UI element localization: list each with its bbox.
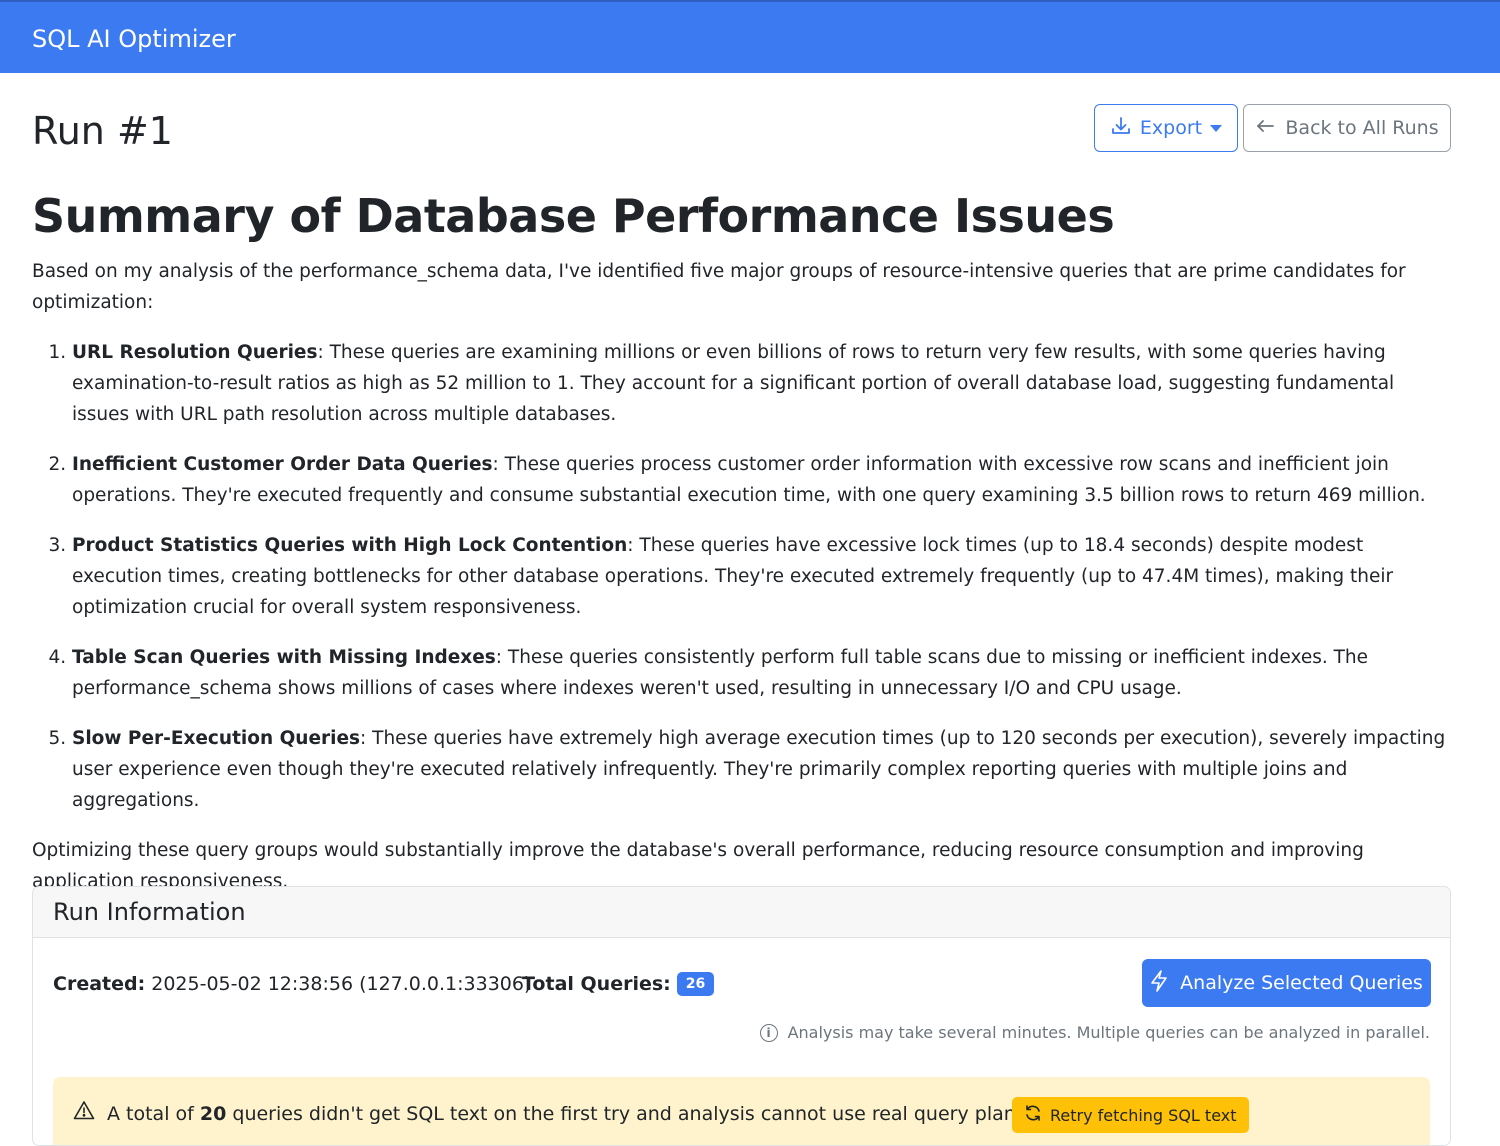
back-label: Back to All Runs — [1285, 117, 1439, 139]
info-circle-icon: i — [759, 1024, 778, 1042]
created-info: Created: 2025-05-02 12:38:56 (127.0.0.1:… — [53, 971, 531, 997]
lightning-icon — [1150, 969, 1168, 997]
card-header: Run Information — [33, 887, 1450, 938]
export-label: Export — [1139, 117, 1203, 139]
issue-title: Product Statistics Queries with High Loc… — [72, 535, 628, 556]
issue-title: URL Resolution Queries — [72, 342, 318, 363]
summary-heading: Summary of Database Performance Issues — [32, 189, 1115, 243]
arrow-left-icon — [1255, 117, 1275, 139]
issue-item: Product Statistics Queries with High Loc… — [72, 530, 1452, 623]
navbar: SQL AI Optimizer — [0, 0, 1500, 73]
back-to-all-runs-button[interactable]: Back to All Runs — [1243, 104, 1451, 152]
issue-item: Inefficient Customer Order Data Queries:… — [72, 449, 1452, 511]
issue-title: Inefficient Customer Order Data Queries — [72, 454, 493, 475]
issue-title: Table Scan Queries with Missing Indexes — [72, 647, 496, 668]
brand[interactable]: SQL AI Optimizer — [32, 24, 236, 54]
refresh-icon — [1024, 1104, 1042, 1126]
note-text: Analysis may take several minutes. Multi… — [787, 1023, 1430, 1042]
caret-down-icon — [1210, 124, 1223, 132]
alert-suffix: queries didn't get SQL text on the first… — [232, 1103, 1071, 1125]
retry-fetching-sql-button[interactable]: Retry fetching SQL text — [1012, 1097, 1249, 1133]
summary-body: Based on my analysis of the performance_… — [32, 256, 1452, 897]
analysis-note: i Analysis may take several minutes. Mul… — [759, 1021, 1430, 1045]
issue-item: Slow Per-Execution Queries: These querie… — [72, 723, 1452, 816]
total-queries-info: Total Queries: 26 — [522, 971, 715, 997]
created-value: 2025-05-02 12:38:56 (127.0.0.1:33306) — [151, 973, 532, 995]
analyze-selected-queries-button[interactable]: Analyze Selected Queries — [1142, 959, 1431, 1007]
total-queries-label: Total Queries: — [522, 973, 671, 995]
page-title: Run #1 — [32, 109, 173, 153]
retry-label: Retry fetching SQL text — [1050, 1105, 1237, 1125]
issue-item: URL Resolution Queries: These queries ar… — [72, 337, 1452, 430]
run-information-card: Run Information Created: 2025-05-02 12:3… — [32, 886, 1451, 1146]
summary-intro: Based on my analysis of the performance_… — [32, 261, 1406, 313]
issue-item: Table Scan Queries with Missing Indexes:… — [72, 642, 1452, 704]
analyze-label: Analyze Selected Queries — [1180, 972, 1423, 994]
issue-title: Slow Per-Execution Queries — [72, 728, 361, 749]
warning-alert: A total of 20 queries didn't get SQL tex… — [53, 1077, 1430, 1145]
alert-prefix: A total of — [107, 1103, 194, 1125]
export-dropdown-button[interactable]: Export — [1094, 104, 1238, 152]
created-label: Created: — [53, 973, 146, 995]
total-queries-badge: 26 — [676, 972, 715, 996]
issue-list: URL Resolution Queries: These queries ar… — [32, 337, 1452, 816]
download-icon — [1110, 115, 1132, 142]
alert-count: 20 — [199, 1103, 227, 1125]
